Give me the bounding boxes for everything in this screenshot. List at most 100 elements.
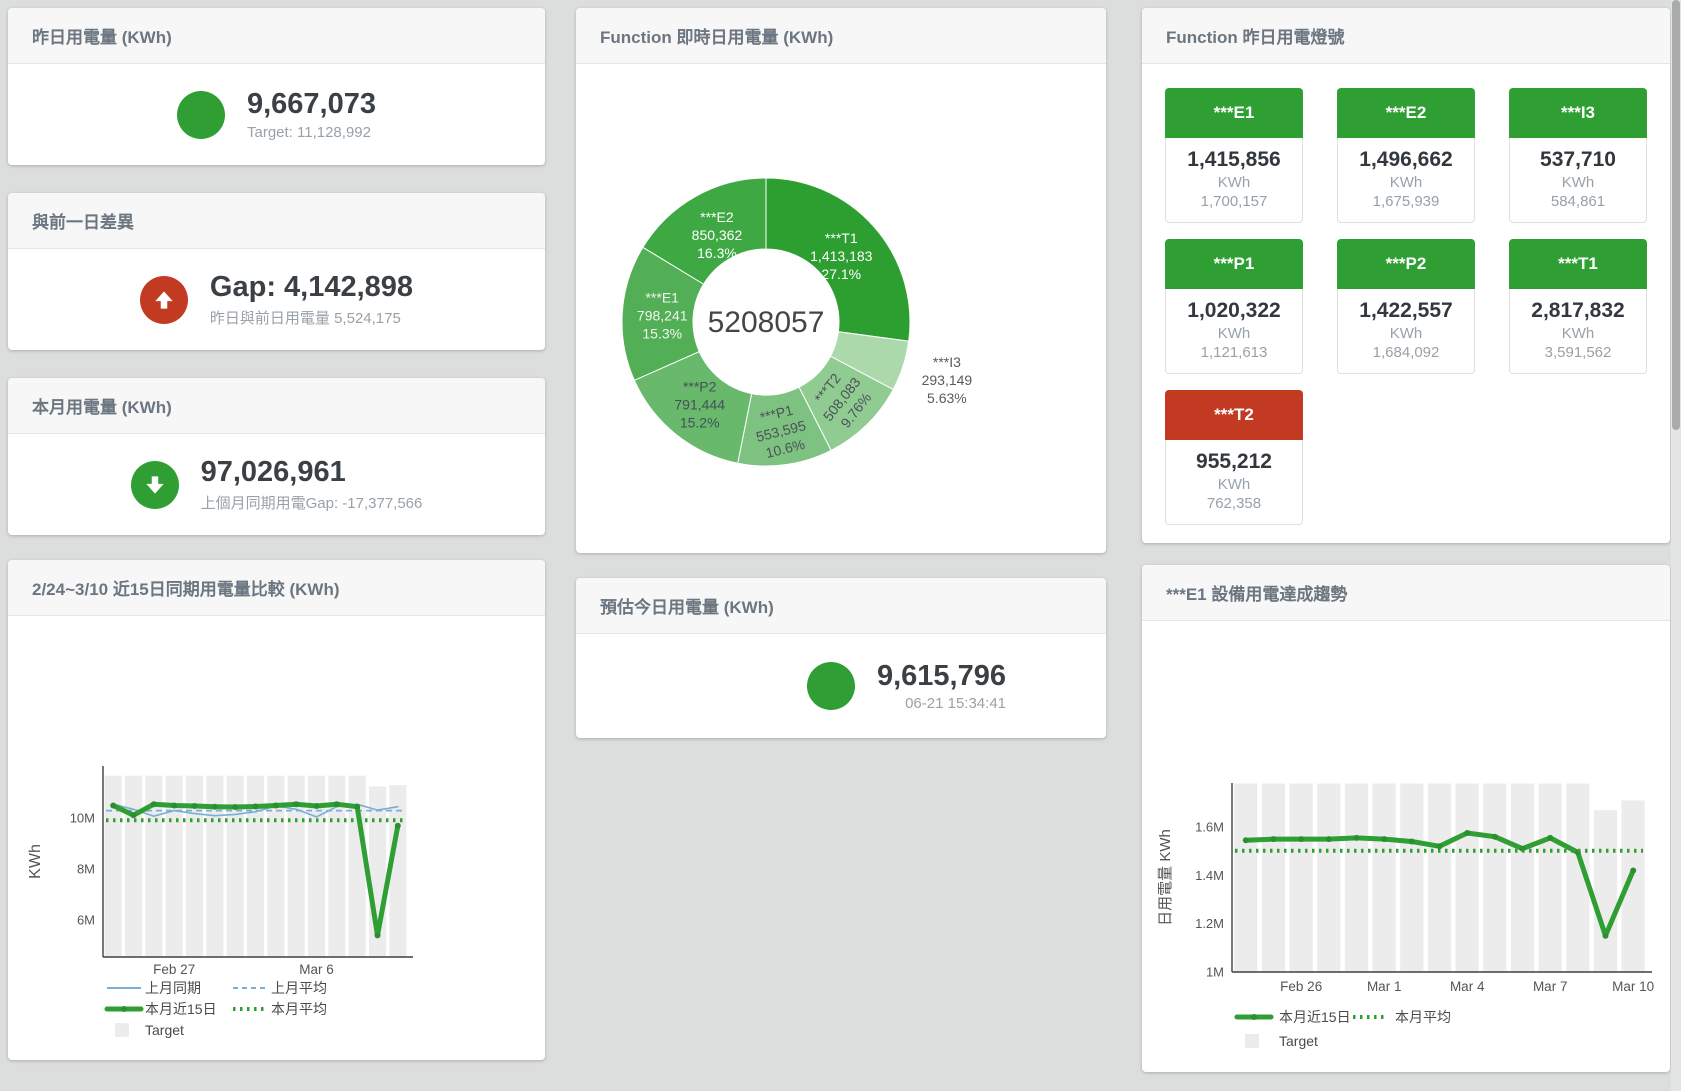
legend-label: 本月平均	[1395, 1009, 1451, 1025]
lamp-tile: ***T2955,212KWh762,358	[1165, 390, 1303, 525]
kpi-subtitle: 昨日與前日用電量 5,524,175	[210, 307, 413, 328]
x-tick-label: Feb 26	[1280, 979, 1322, 994]
lamp-tile: ***I3 537,710 KWh 584,861	[1509, 88, 1647, 223]
tile-body: 1,422,557 KWh 1,684,092	[1337, 289, 1475, 374]
card-estimate-today: 預估今日用電量 (KWh) 9,615,796 06-21 15:34:41	[576, 578, 1106, 738]
donut-center-total: 5208057	[708, 306, 825, 339]
tile-body: 537,710 KWh 584,861	[1509, 138, 1647, 223]
card-title: 與前一日差異	[8, 193, 545, 249]
tile-value: 1,020,322	[1166, 299, 1302, 323]
y-tick-label: 8M	[77, 862, 95, 877]
card-month-usage: 本月用電量 (KWh) 97,026,961 上個月同期用電Gap: -17,3…	[8, 378, 545, 535]
card-title: 2/24~3/10 近15日同期用電量比較 (KWh)	[8, 560, 545, 616]
tile-label: ***E2	[1337, 88, 1475, 138]
realtime-donut-chart[interactable]: ***T11,413,18327.1%***I3293,1495.63%***T…	[576, 64, 1106, 557]
legend-item[interactable]: 上月平均	[233, 980, 327, 996]
trend-svg: 1M1.2M1.4M1.6M日用電量 KWhFeb 26Mar 1Mar 4Ma…	[1142, 621, 1670, 1072]
legend-label: 本月近15日	[1279, 1009, 1351, 1025]
lamp-tile: ***P11,020,322KWh1,121,613	[1165, 239, 1303, 374]
legend-label: 上月平均	[271, 980, 327, 996]
tile-target: 584,861	[1510, 193, 1646, 210]
tile-value: 955,212	[1166, 450, 1302, 474]
compare-chart[interactable]: 6M 8M 10M KWh Feb 27 Mar 6 上月同期 上月平均本月近15日 本月平均 T…	[8, 616, 545, 1065]
tile-label: ***I3	[1509, 88, 1647, 138]
y-tick-label: 1.6M	[1195, 820, 1224, 835]
y-tick-label: 10M	[70, 811, 95, 826]
tile-label: ***T1	[1509, 239, 1647, 289]
tile-value: 2,817,832	[1510, 299, 1646, 323]
kpi-subtitle: Target: 11,128,992	[247, 124, 376, 141]
tile-unit: KWh	[1338, 325, 1474, 342]
kpi-body: 97,026,961 上個月同期用電Gap: -17,377,566	[8, 434, 545, 535]
legend-item[interactable]: 本月近15日	[107, 1001, 217, 1017]
tile-body: 2,817,832 KWh 3,591,562	[1509, 289, 1647, 374]
tile-value: 1,496,662	[1338, 148, 1474, 172]
x-tick-label: Feb 27	[153, 962, 195, 977]
card-title: 昨日用電量 (KWh)	[8, 8, 545, 64]
legend-label: Target	[145, 1022, 184, 1038]
lamp-tile: ***E11,415,856KWh1,700,157	[1165, 88, 1303, 223]
target-bars	[105, 776, 407, 957]
legend-item[interactable]: 本月近15日	[1237, 1009, 1351, 1025]
tile-target: 1,684,092	[1338, 344, 1474, 361]
tile-unit: KWh	[1338, 174, 1474, 191]
e1-trend-chart[interactable]: 1M1.2M1.4M1.6M日用電量 KWhFeb 26Mar 1Mar 4Ma…	[1142, 621, 1670, 1077]
y-axis-label: 日用電量 KWh	[1157, 829, 1174, 926]
status-circle-icon	[807, 662, 855, 710]
card-day-gap: 與前一日差異 Gap: 4,142,898 昨日與前日用電量 5,524,175	[8, 193, 545, 350]
tile-value: 1,422,557	[1338, 299, 1474, 323]
y-tick-label: 1M	[1206, 965, 1224, 980]
legend-item[interactable]: 上月同期	[107, 980, 201, 996]
x-tick-label: Mar 4	[1450, 979, 1485, 994]
legend-label: 本月近15日	[145, 1001, 217, 1017]
tile-value: 1,415,856	[1166, 148, 1302, 172]
scrollbar-thumb[interactable]	[1672, 0, 1680, 430]
x-tick-label: Mar 10	[1612, 979, 1654, 994]
legend-item[interactable]: 本月平均	[1353, 1009, 1451, 1025]
card-lamp-status: Function 昨日用電燈號 ***E11,415,856KWh1,700,1…	[1142, 8, 1670, 543]
kpi-value: Gap: 4,142,898	[210, 271, 413, 303]
card-realtime-pie: Function 即時日用電量 (KWh) ***T11,413,18327.1…	[576, 8, 1106, 553]
tile-unit: KWh	[1510, 325, 1646, 342]
tile-target: 1,700,157	[1166, 193, 1302, 210]
tile-body: 1,020,322KWh1,121,613	[1165, 289, 1303, 374]
card-title: Function 即時日用電量 (KWh)	[576, 8, 1106, 64]
legend-item[interactable]: 本月平均	[233, 1001, 327, 1017]
kpi-value: 9,615,796	[877, 660, 1006, 692]
legend-item[interactable]: Target	[115, 1022, 184, 1038]
pie-segment-label: ***I3293,1495.63%	[922, 354, 973, 406]
tile-value: 537,710	[1510, 148, 1646, 172]
card-yesterday-usage: 昨日用電量 (KWh) 9,667,073 Target: 11,128,992	[8, 8, 545, 165]
tile-target: 3,591,562	[1510, 344, 1646, 361]
kpi-body: 9,615,796 06-21 15:34:41	[576, 634, 1106, 738]
lamp-tile-grid: ***E11,415,856KWh1,700,157***E21,496,662…	[1142, 64, 1670, 525]
svg-text:***I3293,1495.63%: ***I3293,1495.63%	[922, 354, 973, 406]
kpi-value: 97,026,961	[201, 456, 423, 488]
legend-item[interactable]: Target	[1245, 1033, 1318, 1049]
tile-label: ***T2	[1165, 390, 1303, 440]
kpi-subtitle: 上個月同期用電Gap: -17,377,566	[201, 492, 423, 513]
legend-label: 上月同期	[145, 980, 201, 996]
tile-unit: KWh	[1510, 174, 1646, 191]
tile-target: 762,358	[1166, 495, 1302, 512]
legend-label: 本月平均	[271, 1001, 327, 1017]
card-title: 預估今日用電量 (KWh)	[576, 578, 1106, 634]
target-bars	[1234, 784, 1645, 973]
card-e1-trend-chart: ***E1 設備用電達成趨勢 1M1.2M1.4M1.6M日用電量 KWhFeb…	[1142, 565, 1670, 1072]
tile-body: 1,496,662 KWh 1,675,939	[1337, 138, 1475, 223]
dashboard: 昨日用電量 (KWh) 9,667,073 Target: 11,128,992…	[0, 0, 1681, 1091]
tile-target: 1,675,939	[1338, 193, 1474, 210]
kpi-body: Gap: 4,142,898 昨日與前日用電量 5,524,175	[8, 249, 545, 350]
tile-label: ***P1	[1165, 239, 1303, 289]
x-tick-label: Mar 1	[1367, 979, 1402, 994]
x-tick-label: Mar 6	[299, 962, 334, 977]
kpi-value: 9,667,073	[247, 88, 376, 120]
card-title: Function 昨日用電燈號	[1142, 8, 1670, 64]
y-tick-label: 6M	[77, 913, 95, 928]
tile-unit: KWh	[1166, 174, 1302, 191]
card-title: ***E1 設備用電達成趨勢	[1142, 565, 1670, 621]
down-arrow-icon	[131, 461, 179, 509]
donut-svg: ***T11,413,18327.1%***I3293,1495.63%***T…	[576, 64, 1106, 552]
y-axis-label: KWh	[27, 844, 44, 879]
scrollbar-track[interactable]	[1671, 0, 1681, 1091]
